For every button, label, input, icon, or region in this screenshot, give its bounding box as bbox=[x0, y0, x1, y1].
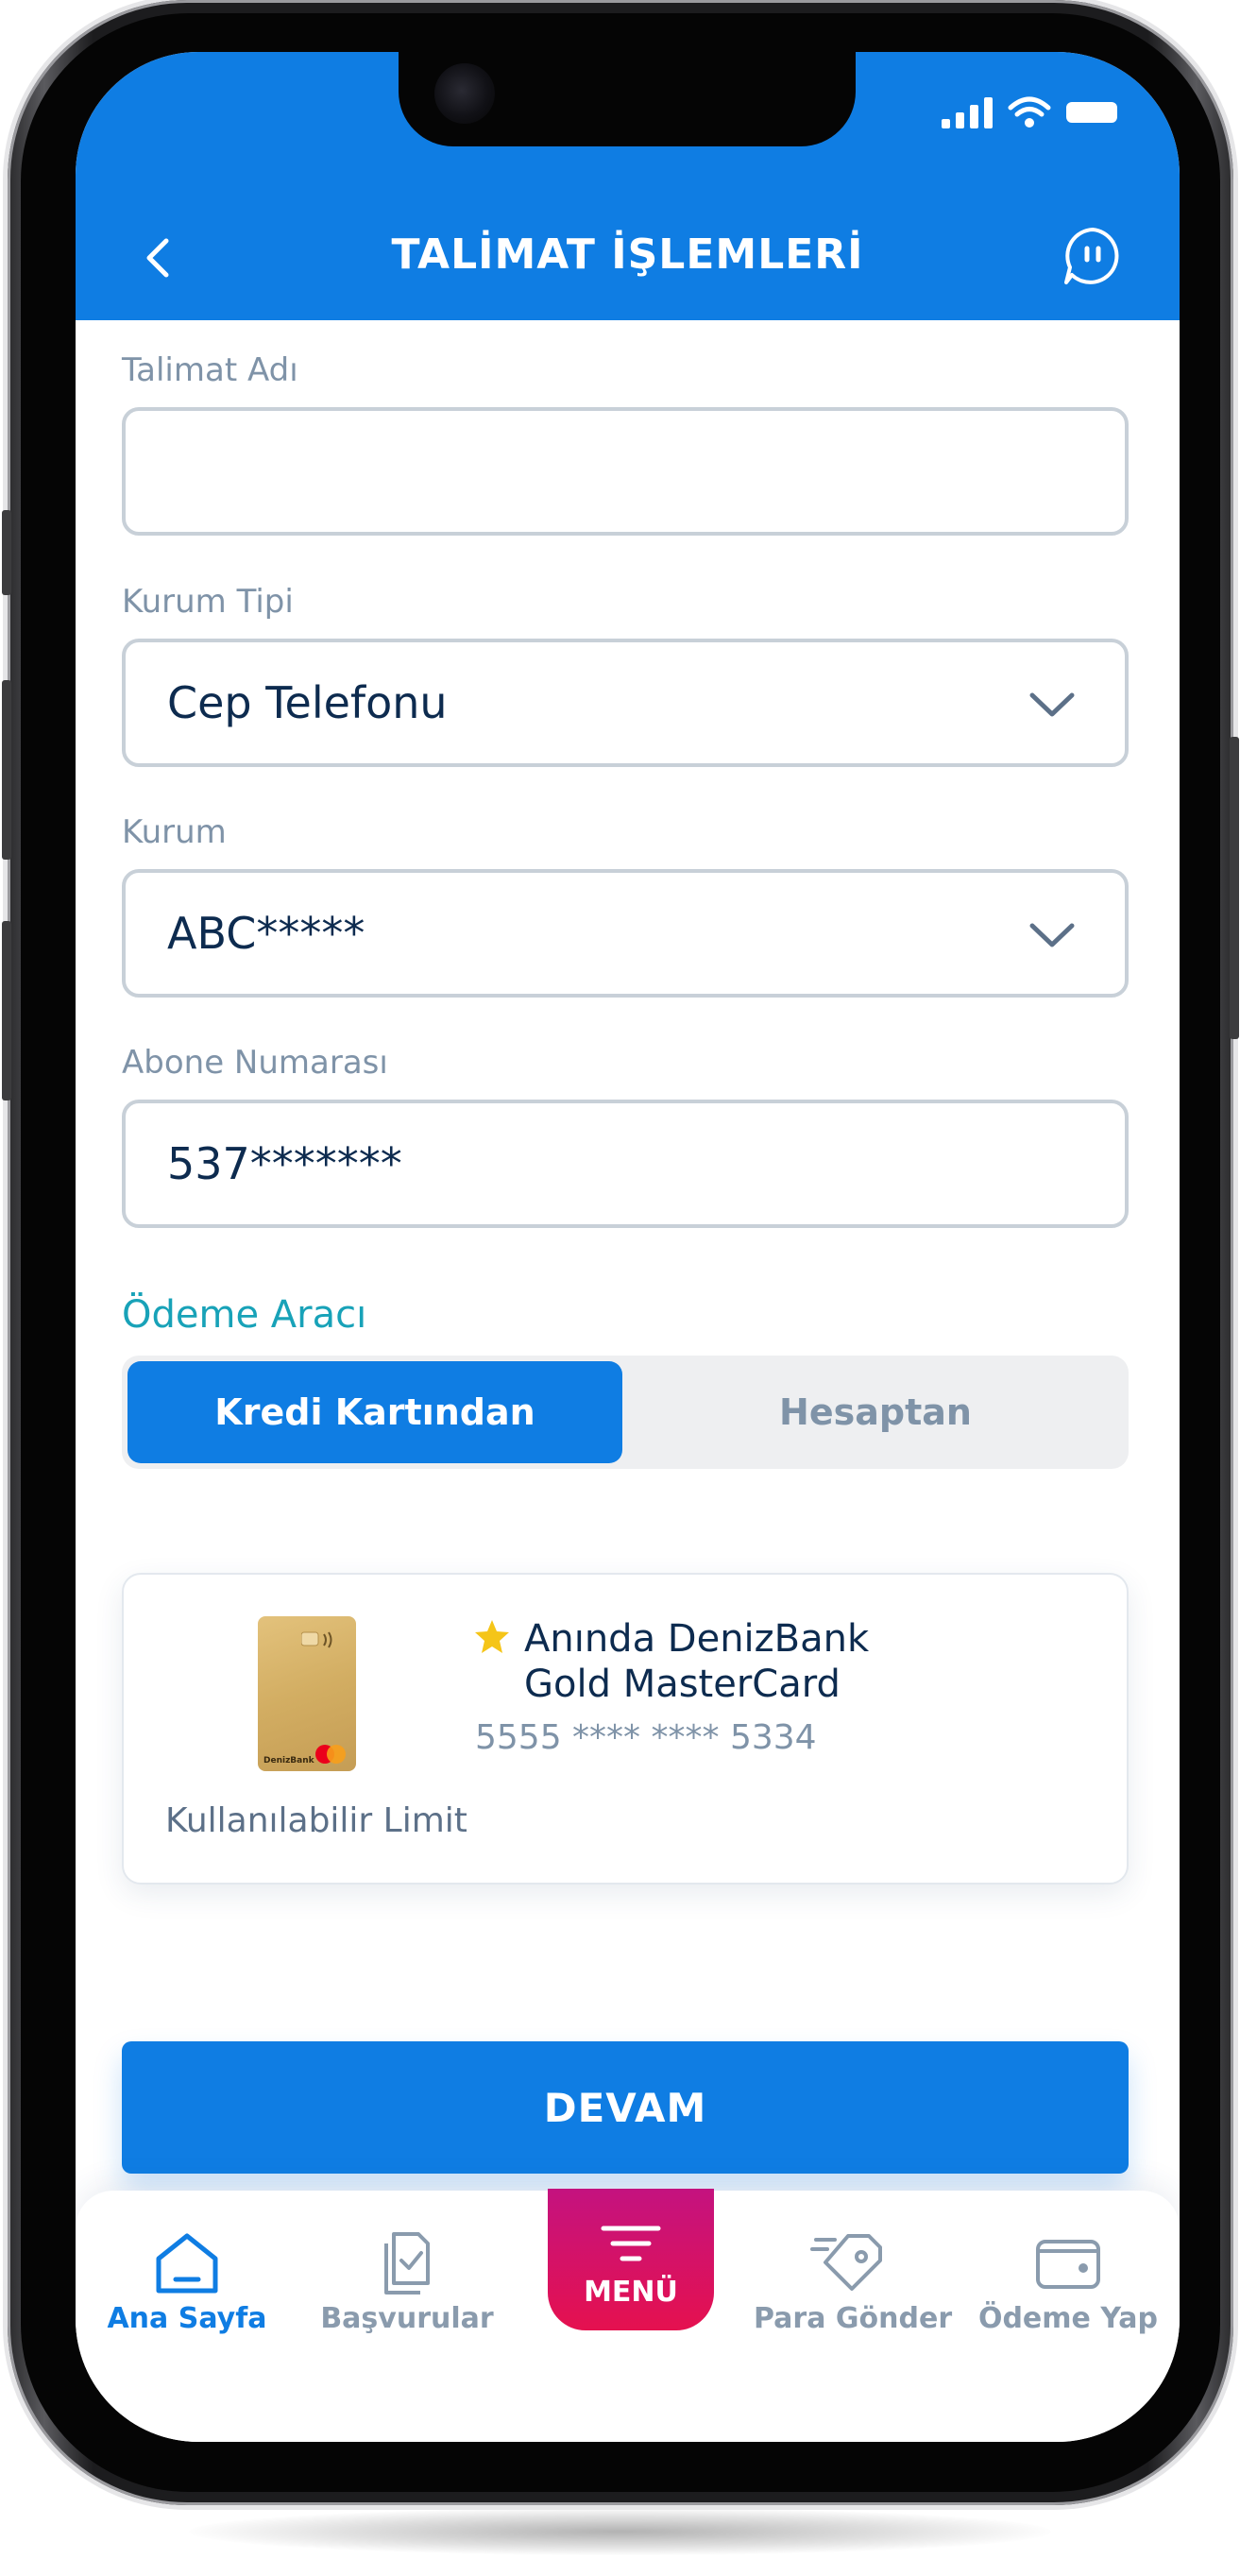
wifi-icon bbox=[1008, 96, 1051, 128]
menu-button[interactable]: MENÜ bbox=[548, 2189, 714, 2330]
continue-button[interactable]: DEVAM bbox=[122, 2041, 1129, 2174]
card-name-line2: Gold MasterCard bbox=[524, 1663, 841, 1706]
mastercard-logo-icon bbox=[315, 1745, 346, 1764]
bottom-nav: Ana Sayfa Başvurular MENÜ Para Gönder Öd… bbox=[76, 2189, 1180, 2442]
app-screen: TALİMAT İŞLEMLERİ Talimat Adı Kurum Tipi… bbox=[76, 52, 1180, 2442]
institution-type-label: Kurum Tipi bbox=[122, 583, 294, 621]
tab-account[interactable]: Hesaptan bbox=[628, 1361, 1123, 1463]
signal-icon bbox=[942, 97, 993, 128]
nav-item-home[interactable]: Ana Sayfa bbox=[93, 2228, 281, 2351]
subscriber-number-value: 537******* bbox=[167, 1138, 402, 1189]
instruction-name-label: Talimat Adı bbox=[122, 351, 298, 389]
payment-method-title: Ödeme Aracı bbox=[122, 1293, 367, 1337]
power-button bbox=[1230, 737, 1239, 1039]
nav-item-send-money[interactable]: Para Gönder bbox=[754, 2228, 953, 2351]
phone-frame: TALİMAT İŞLEMLERİ Talimat Adı Kurum Tipi… bbox=[2, 0, 1239, 2505]
app-header: TALİMAT İŞLEMLERİ bbox=[76, 52, 1180, 320]
nav-label-send-money: Para Gönder bbox=[754, 2302, 953, 2335]
device-shadow bbox=[189, 2508, 1051, 2555]
tab-credit-card[interactable]: Kredi Kartından bbox=[127, 1361, 622, 1463]
subscriber-number-input[interactable]: 537******* bbox=[122, 1100, 1129, 1228]
instruction-name-input[interactable] bbox=[122, 407, 1129, 536]
institution-value: ABC***** bbox=[167, 908, 365, 959]
status-bar bbox=[942, 94, 1121, 131]
send-money-icon bbox=[810, 2234, 882, 2291]
nav-item-pay[interactable]: Ödeme Yap bbox=[974, 2228, 1163, 2351]
institution-type-select[interactable]: Cep Telefonu bbox=[122, 639, 1129, 767]
silent-switch bbox=[2, 510, 11, 595]
battery-icon bbox=[1066, 102, 1117, 123]
chat-button[interactable] bbox=[1062, 226, 1123, 286]
nav-label-applications: Başvurular bbox=[320, 2302, 494, 2335]
card-brand-mark: DenizBank bbox=[263, 1756, 314, 1766]
chevron-down-icon bbox=[1029, 692, 1075, 717]
selected-card[interactable]: DenizBank Anında DenizBank Gold MasterCa… bbox=[122, 1573, 1129, 1885]
document-check-icon bbox=[384, 2232, 430, 2295]
card-name: Anında DenizBank Gold MasterCard bbox=[524, 1616, 869, 1707]
institution-label: Kurum bbox=[122, 813, 227, 851]
institution-select[interactable]: ABC***** bbox=[122, 869, 1129, 998]
card-number: 5555 **** **** 5334 bbox=[475, 1718, 817, 1757]
chat-bubble-icon bbox=[1064, 228, 1119, 284]
menu-label: MENÜ bbox=[584, 2276, 678, 2309]
volume-up-button bbox=[2, 680, 11, 860]
card-name-line1: Anında DenizBank bbox=[524, 1617, 870, 1661]
star-icon bbox=[475, 1620, 509, 1653]
volume-down-button bbox=[2, 921, 11, 1100]
available-limit-label: Kullanılabilir Limit bbox=[165, 1801, 467, 1840]
menu-icon bbox=[601, 2226, 661, 2261]
institution-type-value: Cep Telefonu bbox=[167, 677, 448, 728]
wallet-icon bbox=[1036, 2240, 1100, 2289]
contactless-icon bbox=[301, 1631, 332, 1648]
subscriber-number-label: Abone Numarası bbox=[122, 1044, 388, 1082]
chevron-down-icon bbox=[1029, 923, 1075, 947]
nav-label-home: Ana Sayfa bbox=[107, 2302, 267, 2335]
front-camera bbox=[434, 63, 495, 124]
home-icon bbox=[156, 2233, 218, 2294]
page-title: TALİMAT İŞLEMLERİ bbox=[391, 230, 864, 279]
payment-method-segment: Kredi Kartından Hesaptan bbox=[122, 1356, 1129, 1469]
nav-label-pay: Ödeme Yap bbox=[977, 2302, 1159, 2335]
credit-card-image: DenizBank bbox=[258, 1616, 356, 1771]
nav-item-applications[interactable]: Başvurular bbox=[313, 2228, 501, 2351]
